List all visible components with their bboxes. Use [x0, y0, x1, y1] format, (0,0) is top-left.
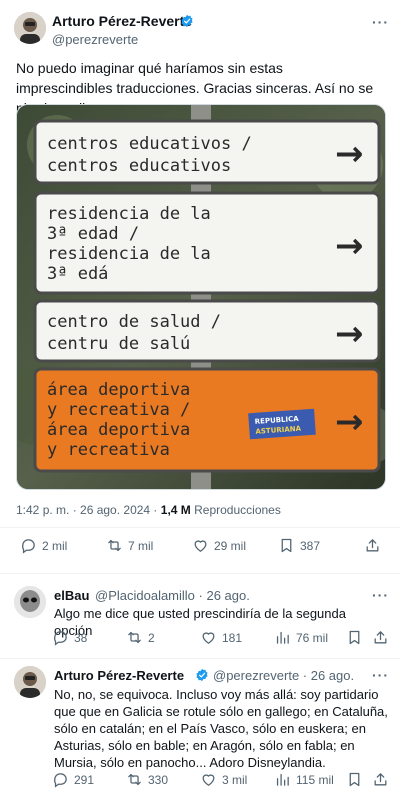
share-icon: [374, 773, 387, 786]
retweet-icon: [108, 539, 121, 552]
share-button[interactable]: [364, 537, 386, 554]
heart-icon: [202, 774, 215, 786]
sign4-line2: y recreativa /: [47, 400, 190, 420]
reply-button[interactable]: 291: [52, 771, 94, 788]
tweet-photo[interactable]: centros educativos / centros educativos …: [16, 104, 386, 490]
share-button[interactable]: [372, 629, 394, 646]
views-count: 1,4 M: [160, 503, 191, 517]
bookmark-icon: [349, 630, 360, 645]
retweet-icon: [128, 631, 141, 644]
reply-avatar[interactable]: [14, 666, 46, 698]
author-avatar[interactable]: [14, 12, 46, 44]
reply-icon: [54, 773, 67, 788]
reply-text: No, no, se equivoca. Incluso voy más all…: [54, 687, 388, 770]
divider: [0, 527, 400, 528]
reply-button[interactable]: 38: [52, 629, 87, 646]
sign2-line2: 3ª edad /: [47, 224, 139, 244]
reply-author-name[interactable]: elBau: [54, 588, 89, 603]
bookmark-icon: [281, 538, 292, 553]
divider: [0, 573, 400, 574]
sign-centros-educativos: centros educativos / centros educativos …: [33, 119, 381, 185]
sign-centro-de-salud: centro de salud / centru de salú →: [33, 299, 381, 363]
retweet-icon: [128, 773, 141, 786]
sign2-line3: residencia de la: [47, 244, 211, 264]
views-label: Reproducciones: [194, 503, 281, 517]
reply-handle-date[interactable]: @perezreverte · 26 ago.: [213, 668, 354, 683]
retweet-button[interactable]: 7 mil: [106, 537, 153, 554]
heart-icon: [194, 540, 207, 552]
reply-icon: [54, 631, 67, 646]
reply-author-name[interactable]: Arturo Pérez-Reverte: [54, 668, 184, 683]
tweet-actions: 2 mil 7 mil 29 mil 387: [0, 537, 400, 561]
reply-button[interactable]: 2 mil: [20, 537, 67, 554]
share-icon: [366, 539, 379, 552]
arrow-right-icon: →: [335, 402, 364, 442]
arrow-right-icon: →: [335, 134, 364, 174]
sign3-line2: centru de salú: [47, 334, 190, 354]
sign-residencia: residencia de la 3ª edad / residencia de…: [33, 191, 381, 295]
republica-asturiana-sticker: REPUBLICA ASTURIANA: [248, 408, 316, 440]
more-options-icon[interactable]: ···: [372, 667, 389, 683]
sign2-line4: 3ª edá: [47, 264, 108, 284]
author-name[interactable]: Arturo Pérez-Reverte: [52, 13, 192, 29]
sign-area-deportiva: área deportiva y recreativa / área depor…: [33, 367, 381, 473]
arrow-right-icon: →: [335, 226, 364, 266]
retweet-button[interactable]: 330: [126, 771, 168, 788]
retweet-button[interactable]: 2: [126, 629, 155, 646]
sign1-line2: centros educativos: [47, 156, 231, 176]
tweet-meta: 1:42 p. m. · 26 ago. 2024 · 1,4 M Reprod…: [16, 503, 281, 517]
bookmark-icon: [349, 772, 360, 787]
bookmark-button[interactable]: [346, 629, 368, 646]
verified-badge-icon: [196, 668, 208, 682]
sign3-line1: centro de salud /: [47, 312, 221, 332]
views-button[interactable]: 115 mil: [274, 771, 334, 788]
author-handle[interactable]: @perezreverte: [52, 32, 138, 47]
reply-avatar[interactable]: [14, 586, 46, 618]
views-chart-icon: [276, 773, 289, 786]
share-button[interactable]: [372, 771, 394, 788]
reply-handle-date[interactable]: @Placidoalamillo · 26 ago.: [95, 588, 250, 603]
sign2-line1: residencia de la: [47, 204, 211, 224]
sign4-line3: área deportiva: [47, 420, 190, 440]
verified-badge-icon: [181, 14, 193, 28]
street-signs-image: centros educativos / centros educativos …: [17, 105, 385, 489]
views-button[interactable]: 76 mil: [274, 629, 328, 646]
sign4-line1: área deportiva: [47, 380, 190, 400]
reply-actions: 291 330 3 mil 115 mil: [0, 771, 400, 795]
reply-actions: 38 2 181 76 mil: [0, 629, 400, 653]
bookmark-button[interactable]: [346, 771, 368, 788]
like-button[interactable]: 181: [200, 629, 242, 646]
like-button[interactable]: 3 mil: [200, 771, 247, 788]
divider: [0, 658, 400, 659]
reply-icon: [22, 539, 35, 554]
bookmark-button[interactable]: 387: [278, 537, 320, 554]
more-options-icon[interactable]: ···: [372, 587, 389, 603]
views-chart-icon: [276, 631, 289, 644]
sign1-line1: centros educativos /: [47, 134, 252, 154]
share-icon: [374, 631, 387, 644]
more-options-icon[interactable]: ···: [372, 14, 389, 30]
like-button[interactable]: 29 mil: [192, 537, 246, 554]
arrow-right-icon: →: [335, 314, 364, 354]
heart-icon: [202, 632, 215, 644]
tweet-timestamp[interactable]: 1:42 p. m. · 26 ago. 2024 ·: [16, 503, 157, 517]
tweet-header: Arturo Pérez-Reverte @perezreverte ···: [0, 0, 400, 52]
sign4-line4: y recreativa: [47, 440, 170, 460]
